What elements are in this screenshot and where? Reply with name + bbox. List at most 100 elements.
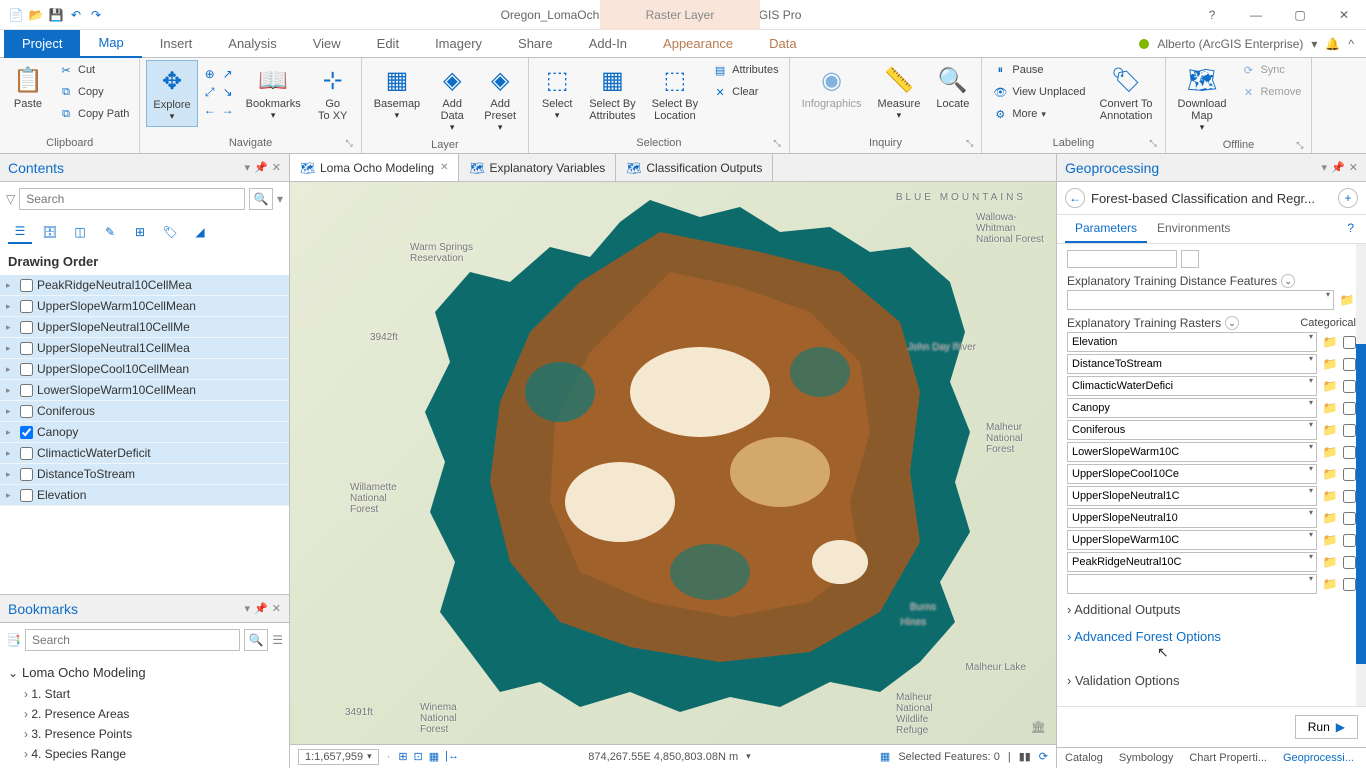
expand-icon[interactable]: ▸ bbox=[6, 490, 16, 501]
tab-parameters[interactable]: Parameters bbox=[1065, 215, 1147, 243]
convert-annotation-button[interactable]: 🏷Convert To Annotation bbox=[1094, 60, 1159, 126]
browse-folder-icon[interactable]: 📁 bbox=[1321, 465, 1339, 483]
tab-map[interactable]: Map bbox=[80, 30, 141, 58]
toc-layer-item[interactable]: ▸Elevation bbox=[0, 485, 289, 506]
maximize-icon[interactable]: ▢ bbox=[1286, 1, 1314, 29]
tab-environments[interactable]: Environments bbox=[1147, 215, 1240, 243]
redo-icon[interactable]: ↷ bbox=[88, 7, 104, 23]
browse-folder-icon[interactable]: 📁 bbox=[1321, 399, 1339, 417]
measure-button[interactable]: 📏Measure▾ bbox=[872, 60, 927, 125]
dialog-launcher-icon[interactable]: ⤡ bbox=[1296, 140, 1303, 151]
tab-view[interactable]: View bbox=[295, 30, 359, 58]
bookmark-item[interactable]: 3. Presence Points bbox=[8, 724, 281, 744]
chevron-down-icon[interactable]: ⌄ bbox=[1225, 316, 1239, 330]
browse-folder-icon[interactable]: 📁 bbox=[1338, 291, 1356, 309]
categorical-checkbox[interactable] bbox=[1343, 512, 1356, 525]
notifications-icon[interactable]: 🔔 bbox=[1325, 37, 1340, 51]
bookmarks-button[interactable]: 📖Bookmarks▾ bbox=[240, 60, 307, 125]
map-tab[interactable]: 🗺Explanatory Variables bbox=[459, 154, 616, 181]
add-to-model-button[interactable]: + bbox=[1338, 188, 1358, 208]
expand-icon[interactable]: ▸ bbox=[6, 364, 16, 375]
tab-project[interactable]: Project bbox=[4, 30, 80, 58]
gp-chk[interactable] bbox=[1181, 250, 1199, 268]
sb-icon[interactable]: ⊞ bbox=[398, 750, 407, 763]
help-icon[interactable]: ? bbox=[1198, 1, 1226, 29]
tab-data[interactable]: Data bbox=[751, 30, 814, 58]
back-button[interactable]: ← bbox=[1065, 188, 1085, 208]
dialog-launcher-icon[interactable]: ⤡ bbox=[773, 138, 780, 149]
context-tab-raster[interactable]: Raster Layer bbox=[600, 0, 760, 30]
pin-icon[interactable]: 📌 bbox=[1331, 161, 1345, 174]
toc-layer-item[interactable]: ▸PeakRidgeNeutral10CellMea bbox=[0, 275, 289, 296]
close-pane-icon[interactable]: ✕ bbox=[1349, 161, 1358, 174]
gp-scroll-thumb[interactable] bbox=[1356, 344, 1366, 664]
run-button[interactable]: Run▶ bbox=[1295, 715, 1358, 739]
chevron-down-icon[interactable]: ⌄ bbox=[1281, 274, 1295, 288]
dialog-launcher-icon[interactable]: ⤡ bbox=[346, 138, 353, 149]
layer-visibility-checkbox[interactable] bbox=[20, 342, 33, 355]
categorical-checkbox[interactable] bbox=[1343, 446, 1356, 459]
list-perspective-icon[interactable]: ◢ bbox=[188, 220, 212, 244]
add-preset-button[interactable]: ◈Add Preset▾ bbox=[478, 60, 522, 137]
attributes-button[interactable]: ▤Attributes bbox=[708, 60, 782, 80]
dialog-launcher-icon[interactable]: ⤡ bbox=[1149, 138, 1156, 149]
gp-bottom-tab[interactable]: Geoprocessi... bbox=[1275, 748, 1362, 768]
search-button[interactable]: 🔍 bbox=[249, 188, 273, 210]
expand-icon[interactable]: ▸ bbox=[6, 448, 16, 459]
explore-button[interactable]: ✥Explore▾ bbox=[146, 60, 197, 127]
browse-folder-icon[interactable]: 📁 bbox=[1321, 355, 1339, 373]
browse-folder-icon[interactable]: 📁 bbox=[1321, 531, 1339, 549]
section-additional-outputs[interactable]: Additional Outputs bbox=[1067, 596, 1356, 623]
bookmark-item[interactable]: 2. Presence Areas bbox=[8, 704, 281, 724]
toc-layer-item[interactable]: ▸UpperSlopeCool10CellMean bbox=[0, 359, 289, 380]
sb-icon[interactable]: ⊡ bbox=[414, 750, 423, 763]
raster-input[interactable] bbox=[1067, 552, 1317, 572]
toc-layer-item[interactable]: ▸DistanceToStream bbox=[0, 464, 289, 485]
search-menu-icon[interactable]: ▾ bbox=[277, 192, 283, 206]
categorical-checkbox[interactable] bbox=[1343, 424, 1356, 437]
layer-visibility-checkbox[interactable] bbox=[20, 405, 33, 418]
help-icon[interactable]: ? bbox=[1343, 215, 1358, 243]
coords-dropdown-icon[interactable]: ▾ bbox=[746, 751, 751, 762]
attribution-icon[interactable]: 🏛 bbox=[1031, 720, 1046, 734]
map-canvas[interactable]: BLUE MOUNTAINS Wallowa-Whitman National … bbox=[290, 182, 1056, 744]
categorical-checkbox[interactable] bbox=[1343, 534, 1356, 547]
categorical-checkbox[interactable] bbox=[1343, 358, 1356, 371]
user-dropdown-icon[interactable]: ▾ bbox=[1311, 37, 1317, 51]
raster-input[interactable] bbox=[1067, 420, 1317, 440]
gp-scrollbar[interactable] bbox=[1356, 244, 1366, 706]
copy-path-button[interactable]: ⧉Copy Path bbox=[54, 104, 133, 124]
raster-input[interactable] bbox=[1067, 530, 1317, 550]
toc-layer-item[interactable]: ▸UpperSlopeWarm10CellMean bbox=[0, 296, 289, 317]
gp-bottom-tab[interactable]: Catalog bbox=[1057, 748, 1111, 768]
raster-input[interactable] bbox=[1067, 442, 1317, 462]
tab-analysis[interactable]: Analysis bbox=[210, 30, 294, 58]
toc-layer-item[interactable]: ▸Canopy bbox=[0, 422, 289, 443]
layer-visibility-checkbox[interactable] bbox=[20, 468, 33, 481]
expand-icon[interactable]: ▸ bbox=[6, 301, 16, 312]
more-labeling-button[interactable]: ⚙More▾ bbox=[988, 104, 1089, 124]
pin-icon[interactable]: 📌 bbox=[254, 161, 268, 174]
categorical-checkbox[interactable] bbox=[1343, 490, 1356, 503]
list-drawing-order-icon[interactable]: ☰ bbox=[8, 220, 32, 244]
sb-icon[interactable]: ▦ bbox=[429, 750, 439, 763]
map-tab[interactable]: 🗺Loma Ocho Modeling✕ bbox=[290, 154, 459, 181]
browse-folder-icon[interactable]: 📁 bbox=[1321, 333, 1339, 351]
minimize-icon[interactable]: — bbox=[1242, 1, 1270, 29]
tab-imagery[interactable]: Imagery bbox=[417, 30, 500, 58]
cut-button[interactable]: ✂Cut bbox=[54, 60, 133, 80]
dist-features-input[interactable] bbox=[1067, 290, 1334, 310]
layer-visibility-checkbox[interactable] bbox=[20, 384, 33, 397]
pause-labeling-button[interactable]: ⏸Pause bbox=[988, 60, 1089, 80]
filter-icon[interactable]: ▽ bbox=[6, 192, 15, 206]
expand-icon[interactable]: ▸ bbox=[6, 469, 16, 480]
categorical-checkbox[interactable] bbox=[1343, 380, 1356, 393]
layer-visibility-checkbox[interactable] bbox=[20, 363, 33, 376]
gp-bottom-tab[interactable]: Symbology bbox=[1111, 748, 1181, 768]
sb-icon[interactable]: |↔ bbox=[445, 750, 459, 763]
paste-button[interactable]: 📋Paste bbox=[6, 60, 50, 114]
scale-input[interactable]: 1:1,657,959▾ bbox=[298, 749, 379, 765]
browse-folder-icon[interactable]: 📁 bbox=[1321, 509, 1339, 527]
raster-input[interactable] bbox=[1067, 376, 1317, 396]
layer-visibility-checkbox[interactable] bbox=[20, 279, 33, 292]
